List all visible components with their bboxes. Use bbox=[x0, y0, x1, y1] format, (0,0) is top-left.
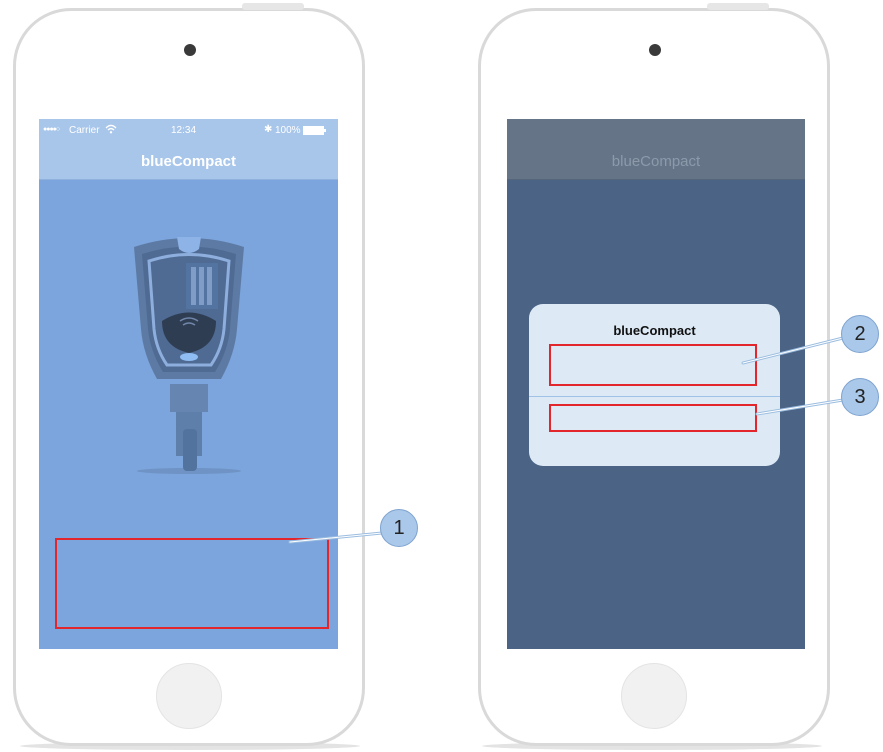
callout-badge-3: 3 bbox=[841, 378, 879, 416]
callout-badge-2: 2 bbox=[841, 315, 879, 353]
callout-leader-lines bbox=[288, 336, 845, 544]
callout-badge-1: 1 bbox=[380, 509, 418, 547]
